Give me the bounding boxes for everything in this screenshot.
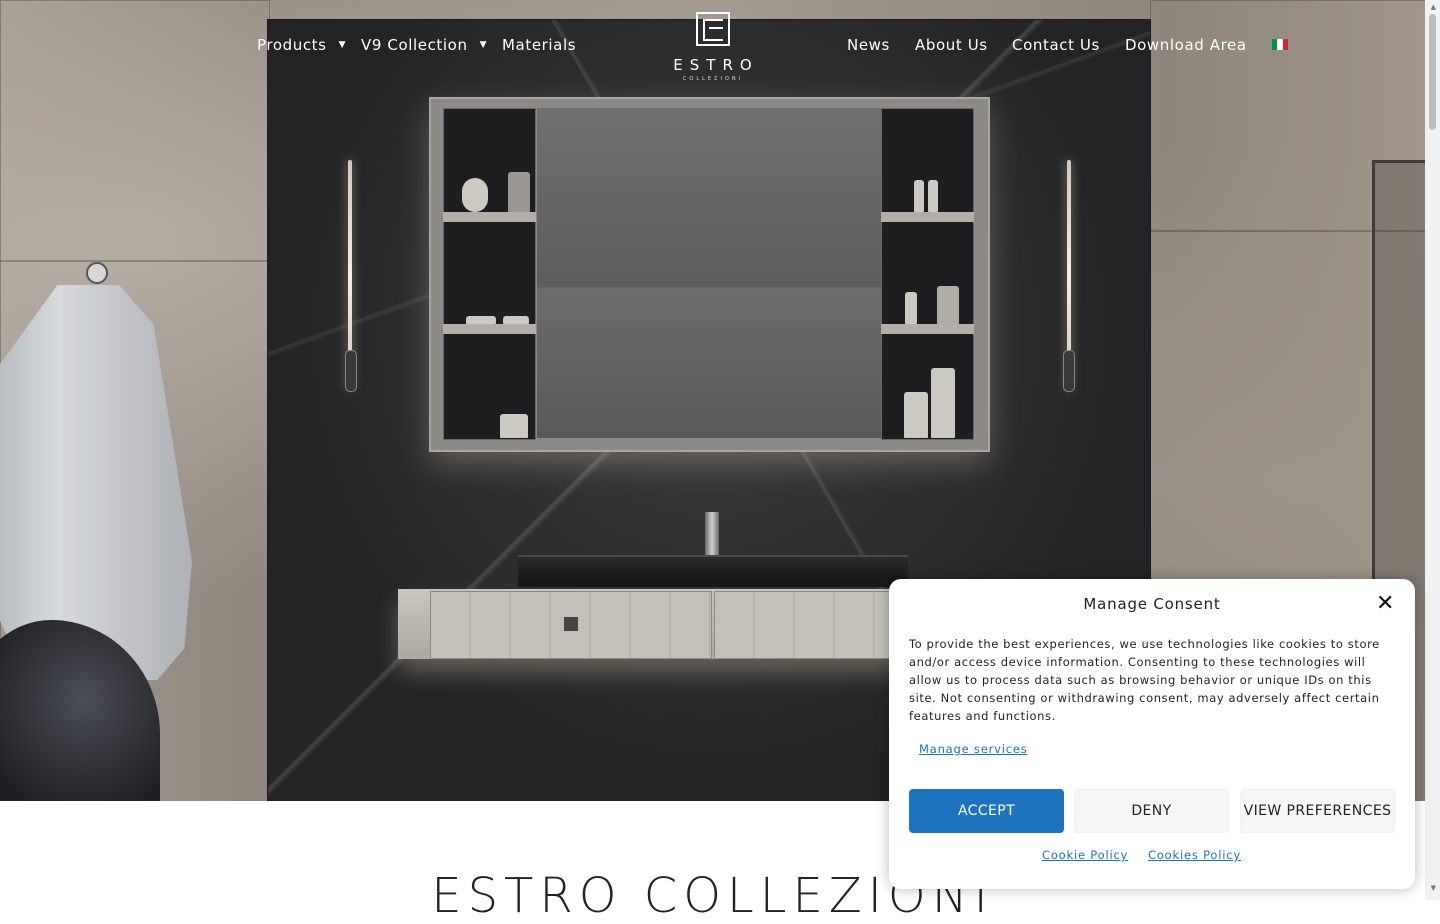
nav-label[interactable]: Products <box>257 36 327 54</box>
canister <box>931 368 955 438</box>
site-logo[interactable]: ESTRO COLLEZIONI <box>666 12 760 82</box>
nav-item-about-us[interactable]: About Us <box>915 36 988 54</box>
nav-label[interactable]: News <box>847 36 890 54</box>
scroll-up-icon[interactable]: ▲ <box>1431 3 1436 11</box>
bottle <box>508 172 530 212</box>
vanity-unit <box>398 589 918 659</box>
drawer-knob <box>564 617 578 631</box>
shelf <box>881 324 974 334</box>
nav-label[interactable]: V9 Collection <box>361 36 468 54</box>
shelf-niche-right <box>881 108 974 440</box>
vanity-drawer <box>714 591 916 659</box>
nav-label[interactable]: Download Area <box>1125 36 1247 54</box>
deny-button[interactable]: DENY <box>1074 789 1229 833</box>
wall-tile <box>0 0 270 262</box>
logo-wordmark[interactable]: ESTRO <box>666 56 760 74</box>
nav-label[interactable]: Materials <box>502 36 576 54</box>
nav-item-v9-collection[interactable]: V9 Collection ▼ <box>361 36 487 54</box>
nav-item-download-area[interactable]: Download Area <box>1125 36 1247 54</box>
canister <box>904 392 928 438</box>
marble-countertop <box>518 555 908 587</box>
scroll-down-icon[interactable]: ▼ <box>1431 884 1436 892</box>
caret-down-icon[interactable]: ▼ <box>339 40 346 50</box>
nav-item-contact-us[interactable]: Contact Us <box>1012 36 1100 54</box>
vertical-scrollbar[interactable]: ▲ ▼ <box>1425 0 1440 900</box>
robe-hook <box>86 262 108 284</box>
bottle <box>928 180 938 212</box>
bottle <box>905 292 917 324</box>
vase <box>462 178 488 212</box>
faucet <box>705 512 719 556</box>
close-icon[interactable]: ✕ <box>1376 593 1394 615</box>
dish <box>466 316 496 324</box>
cookie-policy-link[interactable]: Cookie Policy <box>1042 848 1128 862</box>
logo-subtitle: COLLEZIONI <box>682 76 744 82</box>
nav-label[interactable]: Contact Us <box>1012 36 1100 54</box>
lamp-base <box>345 350 357 392</box>
italian-flag-icon[interactable] <box>1272 39 1288 50</box>
shelf <box>881 212 974 222</box>
consent-title: Manage Consent <box>1083 595 1221 613</box>
view-preferences-button[interactable]: VIEW PREFERENCES <box>1240 789 1395 833</box>
scrollbar-thumb[interactable] <box>1429 14 1436 130</box>
dish <box>503 316 529 324</box>
bottle <box>914 180 924 212</box>
nav-item-products[interactable]: Products ▼ <box>257 36 346 54</box>
shelf-niche-left <box>443 108 536 440</box>
consent-description: To provide the best experiences, we use … <box>909 637 1380 723</box>
caret-down-icon[interactable]: ▼ <box>480 40 487 50</box>
box <box>500 414 528 438</box>
nav-label[interactable]: About Us <box>915 36 988 54</box>
nav-item-news[interactable]: News <box>847 36 890 54</box>
shelf <box>443 212 536 222</box>
cookie-consent-dialog: Manage Consent ✕ To provide the best exp… <box>889 579 1415 889</box>
jar <box>937 286 959 324</box>
logo-mark-icon[interactable] <box>696 12 730 46</box>
manage-services-link[interactable]: Manage services <box>919 742 1028 756</box>
cookies-policy-link[interactable]: Cookies Policy <box>1148 848 1241 862</box>
shelf <box>443 324 536 334</box>
lamp-base <box>1063 350 1075 392</box>
nav-item-materials[interactable]: Materials <box>502 36 576 54</box>
mirror <box>537 108 881 438</box>
accept-button[interactable]: ACCEPT <box>909 789 1064 833</box>
